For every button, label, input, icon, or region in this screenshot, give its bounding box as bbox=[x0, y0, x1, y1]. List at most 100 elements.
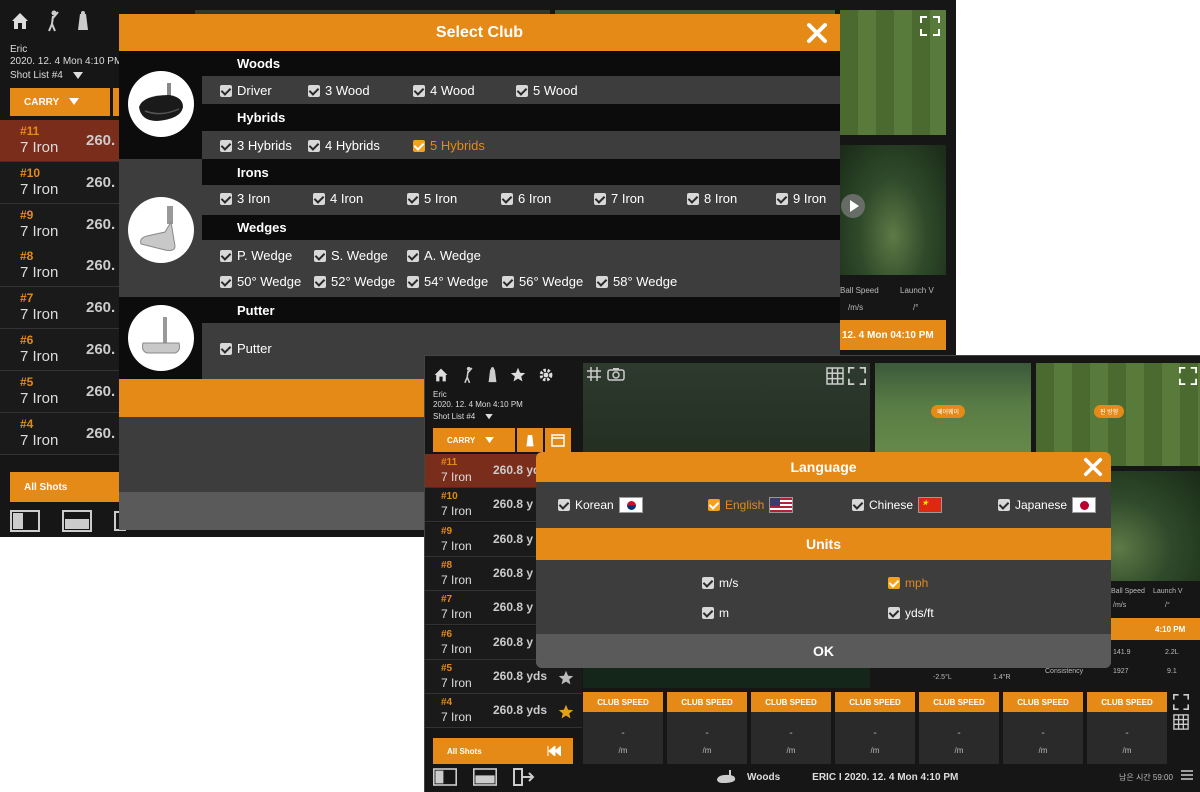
fullscreen-icon[interactable] bbox=[920, 16, 940, 36]
option-label: English bbox=[725, 498, 765, 512]
shot-club: 7 Iron bbox=[20, 431, 59, 449]
club-speed-tile[interactable]: CLUB SPEED - /m bbox=[919, 692, 999, 764]
close-icon[interactable] bbox=[806, 22, 828, 44]
checkbox-icon bbox=[407, 192, 419, 205]
club-speed-tile[interactable]: CLUB SPEED - /m bbox=[1087, 692, 1167, 764]
language-japanese[interactable]: Japanese bbox=[998, 497, 1097, 513]
shot-row[interactable]: #8 7 Iron 260. bbox=[0, 245, 119, 288]
option-a-wedge[interactable]: A. Wedge bbox=[407, 248, 481, 263]
shot-list-select[interactable]: Shot List #4 bbox=[10, 70, 83, 81]
shot-number: #8 bbox=[20, 249, 34, 264]
option-9-iron[interactable]: 9 Iron bbox=[776, 191, 826, 206]
menu-icon[interactable] bbox=[1181, 770, 1193, 780]
language-chinese[interactable]: Chinese ★ bbox=[852, 497, 943, 513]
option-56-wedge[interactable]: 56° Wedge bbox=[502, 274, 583, 289]
home-icon[interactable] bbox=[10, 11, 30, 31]
unit-mph[interactable]: mph bbox=[888, 576, 928, 590]
favorite-star-icon[interactable] bbox=[558, 670, 574, 686]
layout-split-icon[interactable] bbox=[433, 768, 457, 786]
language-korean[interactable]: Korean bbox=[558, 497, 643, 513]
option-7-iron[interactable]: 7 Iron bbox=[594, 191, 644, 206]
gear-icon[interactable] bbox=[538, 367, 554, 383]
irons-label: Irons bbox=[237, 164, 269, 180]
fullscreen-icon[interactable] bbox=[848, 367, 866, 385]
shot-row[interactable]: #10 7 Iron 260. bbox=[0, 161, 119, 204]
grid-view-button[interactable] bbox=[545, 428, 571, 452]
golf-bag-icon[interactable] bbox=[487, 366, 498, 384]
language-dialog: Language Korean English Chinese ★ Japane… bbox=[536, 452, 1111, 668]
session-date-banner-text: 12. 4 Mon 04:10 PM bbox=[842, 329, 934, 341]
option-52-wedge[interactable]: 52° Wedge bbox=[314, 274, 395, 289]
language-english[interactable]: English bbox=[708, 497, 794, 513]
option-p-wedge[interactable]: P. Wedge bbox=[220, 248, 292, 263]
option-8-iron[interactable]: 8 Iron bbox=[687, 191, 737, 206]
option-putter[interactable]: Putter bbox=[220, 341, 272, 356]
star-icon[interactable] bbox=[510, 367, 526, 383]
club-speed-tile[interactable]: CLUB SPEED - /m bbox=[1003, 692, 1083, 764]
option-4-wood[interactable]: 4 Wood bbox=[413, 83, 475, 98]
option-5-iron[interactable]: 5 Iron bbox=[407, 191, 457, 206]
carry-sort-button[interactable]: CARRY bbox=[433, 428, 515, 452]
ok-button[interactable]: OK bbox=[536, 634, 1111, 668]
checkbox-icon bbox=[502, 275, 514, 288]
club-speed-tile[interactable]: CLUB SPEED - /m bbox=[835, 692, 915, 764]
layout-wide-icon[interactable] bbox=[473, 768, 497, 786]
club-speed-tile[interactable]: CLUB SPEED - /m bbox=[667, 692, 747, 764]
shot-distance: 260. bbox=[86, 424, 116, 442]
shot-row[interactable]: #6 7 Iron 260. bbox=[0, 329, 119, 371]
all-shots-button[interactable]: All Shots bbox=[10, 472, 120, 502]
shot-row[interactable]: #11 7 Iron 260. bbox=[0, 120, 119, 162]
home-icon[interactable] bbox=[433, 367, 449, 383]
option-4-hybrids[interactable]: 4 Hybrids bbox=[308, 138, 380, 153]
unit-ms[interactable]: m/s bbox=[702, 576, 738, 590]
golfer-icon[interactable] bbox=[461, 366, 475, 384]
option-54-wedge[interactable]: 54° Wedge bbox=[407, 274, 488, 289]
option-3-hybrids[interactable]: 3 Hybrids bbox=[220, 138, 292, 153]
fullscreen-icon[interactable] bbox=[1173, 694, 1189, 710]
shot-number: #10 bbox=[20, 165, 41, 180]
golf-bag-icon[interactable] bbox=[76, 10, 90, 32]
close-icon[interactable] bbox=[1083, 457, 1103, 477]
option-4-iron[interactable]: 4 Iron bbox=[313, 191, 363, 206]
shot-row[interactable]: #9 7 Iron 260. bbox=[0, 203, 119, 246]
club-speed-tile[interactable]: CLUB SPEED - /m bbox=[583, 692, 663, 764]
option-6-iron[interactable]: 6 Iron bbox=[501, 191, 551, 206]
layout-wide-icon[interactable] bbox=[62, 510, 92, 532]
play-icon[interactable] bbox=[840, 193, 866, 219]
unit-m[interactable]: m bbox=[702, 606, 729, 620]
exit-icon[interactable] bbox=[513, 768, 535, 786]
club-speed-value: - bbox=[789, 728, 793, 739]
shot-club: 7 Iron bbox=[20, 222, 59, 240]
option-driver[interactable]: Driver bbox=[220, 83, 272, 98]
option-58-wedge[interactable]: 58° Wedge bbox=[596, 274, 677, 289]
club-speed-unit: /m bbox=[618, 746, 628, 755]
shot-row[interactable]: #7 7 Iron 260. bbox=[0, 287, 119, 330]
layout-split-icon[interactable] bbox=[10, 510, 40, 532]
grid-icon[interactable] bbox=[587, 367, 601, 381]
club-speed-tile[interactable]: CLUB SPEED - /m bbox=[751, 692, 831, 764]
favorite-star-icon[interactable] bbox=[558, 704, 574, 720]
shot-distance: 260. bbox=[86, 257, 116, 275]
option-s-wedge[interactable]: S. Wedge bbox=[314, 248, 388, 263]
grid-view-icon[interactable] bbox=[826, 367, 844, 385]
shot-row[interactable]: #4 7 Iron 260. bbox=[0, 412, 119, 455]
golfer-icon[interactable] bbox=[44, 10, 62, 32]
option-3-iron[interactable]: 3 Iron bbox=[220, 191, 270, 206]
checkbox-icon bbox=[308, 84, 320, 97]
option-5-wood[interactable]: 5 Wood bbox=[516, 83, 578, 98]
club-sort-button[interactable] bbox=[517, 428, 543, 452]
option-50-wedge[interactable]: 50° Wedge bbox=[220, 274, 301, 289]
shot-list-select[interactable]: Shot List #4 bbox=[433, 412, 493, 421]
putter-club-image bbox=[128, 305, 194, 371]
shot-row[interactable]: #5 7 Iron 260. bbox=[0, 370, 119, 413]
grid-view-icon[interactable] bbox=[1173, 714, 1189, 730]
fullscreen-icon[interactable] bbox=[1179, 367, 1197, 385]
all-shots-button[interactable]: All Shots bbox=[433, 738, 573, 764]
carry-sort-button[interactable]: CARRY bbox=[10, 88, 110, 116]
option-5-hybrids[interactable]: 5 Hybrids bbox=[413, 138, 485, 153]
camera-icon[interactable] bbox=[607, 367, 625, 381]
option-3-wood[interactable]: 3 Wood bbox=[308, 83, 370, 98]
unit-yds-ft[interactable]: yds/ft bbox=[888, 606, 934, 620]
ball-speed-unit: /m/s bbox=[848, 303, 864, 312]
shot-row[interactable]: #4 7 Iron 260.8 yds bbox=[425, 694, 582, 729]
